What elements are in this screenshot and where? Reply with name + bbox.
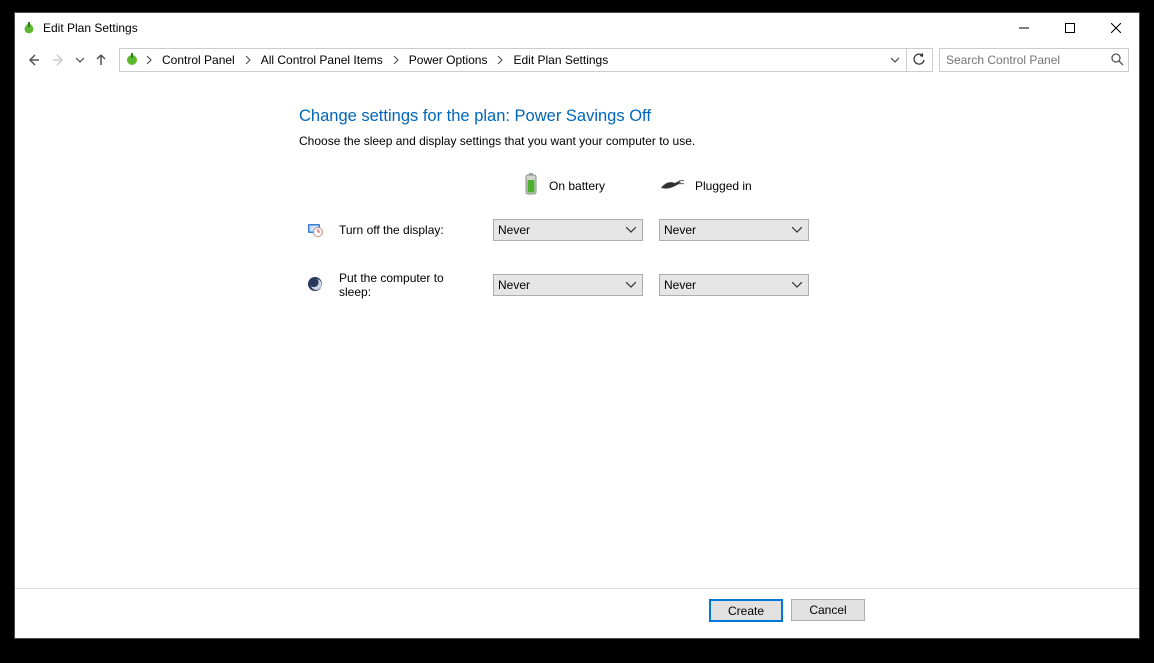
create-button[interactable]: Create [709, 599, 783, 622]
sleep-battery-select[interactable]: Never [493, 274, 643, 296]
display-battery-select[interactable]: Never [493, 219, 643, 241]
page-subheading: Choose the sleep and display settings th… [299, 134, 1139, 148]
close-button[interactable] [1093, 13, 1139, 43]
chevron-right-icon[interactable] [493, 49, 507, 71]
breadcrumb-item[interactable]: Control Panel [158, 49, 239, 71]
page-heading: Change settings for the plan: Power Savi… [299, 107, 1139, 126]
recent-locations-button[interactable] [73, 48, 87, 72]
titlebar: Edit Plan Settings [15, 13, 1139, 43]
settings-table: On battery Plugge [299, 166, 817, 305]
row-label: Turn off the display: [331, 213, 485, 247]
forward-button[interactable] [47, 48, 71, 72]
search-box[interactable] [939, 48, 1129, 72]
table-row: Turn off the display: Never Never [299, 213, 817, 247]
breadcrumb-item[interactable]: Edit Plan Settings [509, 49, 612, 71]
chevron-right-icon[interactable] [389, 49, 403, 71]
battery-column-label: On battery [549, 179, 605, 193]
search-icon[interactable] [1110, 52, 1124, 69]
chevron-right-icon[interactable] [142, 49, 156, 71]
bottom-bar: Create Cancel [15, 588, 1139, 638]
cancel-button[interactable]: Cancel [791, 599, 865, 621]
battery-icon [523, 172, 539, 199]
table-row: Put the computer to sleep: Never Never [299, 265, 817, 305]
content-area: Change settings for the plan: Power Savi… [15, 77, 1139, 588]
display-plugged-select[interactable]: Never [659, 219, 809, 241]
control-panel-icon [124, 51, 140, 70]
plugged-column-label: Plugged in [695, 179, 752, 193]
navbar: Control Panel All Control Panel Items Po… [15, 43, 1139, 77]
address-dropdown-button[interactable] [886, 49, 904, 71]
sleep-moon-icon [307, 281, 323, 295]
sleep-plugged-select[interactable]: Never [659, 274, 809, 296]
back-button[interactable] [21, 48, 45, 72]
address-bar[interactable]: Control Panel All Control Panel Items Po… [119, 48, 933, 72]
window: Edit Plan Settings [14, 12, 1140, 639]
plug-icon [659, 176, 685, 195]
minimize-button[interactable] [1001, 13, 1047, 43]
refresh-button[interactable] [906, 48, 930, 72]
power-plan-icon [21, 20, 37, 36]
search-input[interactable] [944, 52, 1110, 68]
up-button[interactable] [89, 48, 113, 72]
row-label: Put the computer to sleep: [331, 265, 485, 305]
breadcrumb-item[interactable]: All Control Panel Items [257, 49, 387, 71]
display-timer-icon [307, 226, 323, 240]
maximize-button[interactable] [1047, 13, 1093, 43]
chevron-right-icon[interactable] [241, 49, 255, 71]
breadcrumb-item[interactable]: Power Options [405, 49, 492, 71]
window-title: Edit Plan Settings [43, 21, 138, 35]
